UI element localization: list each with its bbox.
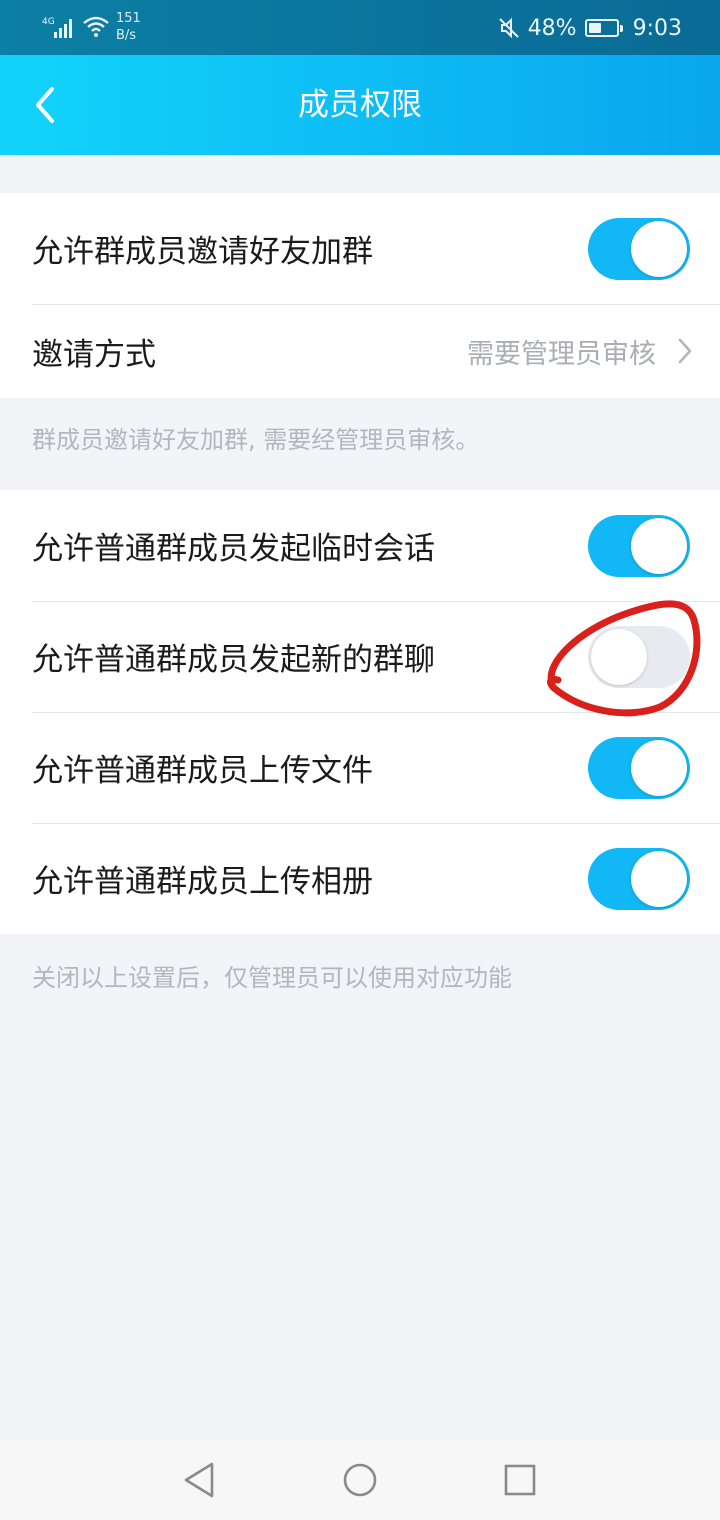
upload-files-toggle[interactable] — [588, 737, 690, 799]
title-bar: 成员权限 — [0, 55, 720, 155]
toggle-knob — [591, 629, 647, 685]
clock: 9:03 — [632, 15, 682, 41]
allow-invite-label: 允许群成员邀请好友加群 — [32, 234, 373, 270]
invite-note: 群成员邀请好友加群, 需要经管理员审核。 — [32, 426, 480, 454]
battery-icon — [584, 19, 623, 37]
invite-method-label: 邀请方式 — [32, 336, 156, 373]
nav-back-icon[interactable] — [178, 1458, 222, 1502]
member-permissions-group: 允许普通群成员发起临时会话 允许普通群成员发起新的群聊 允许普通群成员上传文件 … — [0, 490, 720, 934]
invite-method-value: 需要管理员审核 — [467, 338, 656, 370]
network-type: 4G — [42, 17, 55, 27]
permission-label: 允许普通群成员发起新的群聊 — [32, 642, 435, 678]
permission-row-new-group-chat: 允许普通群成员发起新的群聊 — [0, 601, 720, 712]
temp-chat-toggle[interactable] — [588, 515, 690, 577]
permission-label: 允许普通群成员上传文件 — [32, 753, 373, 789]
permission-label: 允许普通群成员上传相册 — [32, 864, 373, 900]
network-speed-value: 151 — [116, 11, 141, 26]
allow-invite-row: 允许群成员邀请好友加群 — [0, 193, 720, 304]
upload-album-toggle[interactable] — [588, 848, 690, 910]
permission-row-temp-chat: 允许普通群成员发起临时会话 — [0, 490, 720, 601]
toggle-knob — [631, 851, 687, 907]
permission-label: 允许普通群成员发起临时会话 — [32, 531, 435, 567]
permission-row-upload-album: 允许普通群成员上传相册 — [0, 823, 720, 934]
invite-settings-group: 允许群成员邀请好友加群 邀请方式 需要管理员审核 — [0, 193, 720, 398]
permissions-note: 关闭以上设置后，仅管理员可以使用对应功能 — [32, 964, 512, 992]
status-bar: 4G 151 B/s 48% 9:03 — [0, 0, 720, 55]
permission-row-upload-files: 允许普通群成员上传文件 — [0, 712, 720, 823]
chevron-right-icon — [678, 338, 692, 364]
toggle-knob — [631, 221, 687, 277]
new-group-chat-toggle[interactable] — [588, 626, 690, 688]
wifi-icon — [83, 16, 109, 37]
network-speed: 151 B/s — [116, 10, 141, 44]
page-title: 成员权限 — [298, 87, 422, 123]
status-right: 48% 9:03 — [498, 12, 682, 44]
invite-method-row[interactable]: 邀请方式 需要管理员审核 — [0, 304, 720, 398]
signal-icon: 4G — [42, 17, 72, 38]
nav-recents-icon[interactable] — [498, 1458, 542, 1502]
mute-icon — [498, 17, 519, 39]
battery-percent: 48% — [527, 15, 577, 41]
battery-fill — [588, 23, 602, 33]
toggle-knob — [631, 740, 687, 796]
allow-invite-toggle[interactable] — [588, 218, 690, 280]
network-speed-unit: B/s — [116, 28, 137, 43]
toggle-knob — [631, 518, 687, 574]
navigation-bar — [0, 1440, 720, 1520]
nav-home-icon[interactable] — [338, 1458, 382, 1502]
